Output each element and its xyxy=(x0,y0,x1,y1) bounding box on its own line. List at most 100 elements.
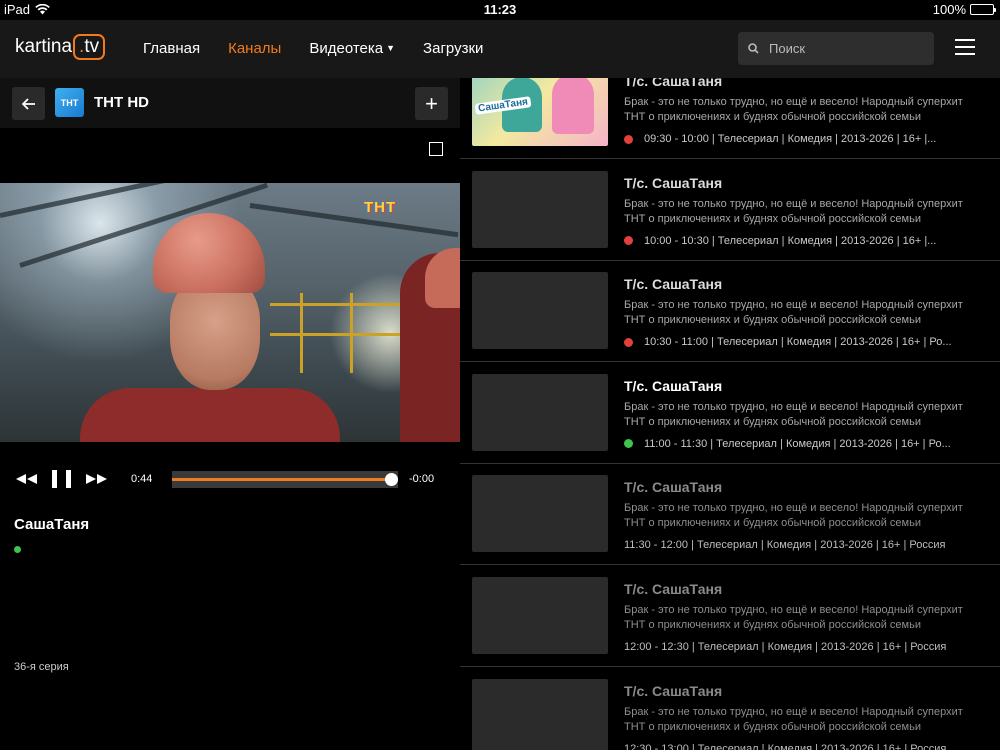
schedule-item[interactable]: Т/с. СашаТаня Брак - это не только трудно… xyxy=(460,464,1000,566)
schedule-item[interactable]: Т/с. СашаТаня Брак - это не только трудно… xyxy=(460,261,1000,363)
schedule-list: СашаТаня Т/с. СашаТаня Брак - это не тольк… xyxy=(460,78,1000,750)
program-thumbnail xyxy=(472,475,608,553)
logo-tv-text: tv xyxy=(84,36,100,57)
schedule-item[interactable]: Т/с. СашаТаня Брак - это не только трудно… xyxy=(460,363,1000,464)
program-title: СашаТаня xyxy=(14,516,90,533)
schedule-item-title: Т/с. СашаТаня xyxy=(624,682,723,699)
pip-icon[interactable] xyxy=(429,142,443,156)
channel-name: ТНТ HD xyxy=(94,94,149,111)
video-railing xyxy=(350,293,353,373)
schedule-item-title: Т/с. СашаТаня xyxy=(624,174,723,191)
program-thumbnail xyxy=(472,170,608,248)
schedule-item-description: Брак - это не только трудно, но ещё и ве… xyxy=(624,604,963,631)
schedule-item-meta: 12:30 - 13:00 | Телесериал | Комедия | 2… xyxy=(624,743,986,750)
schedule-item-meta: 09:30 - 10:00 | Телесериал | Комедия | 2… xyxy=(624,133,986,145)
schedule-item-meta: 11:00 - 11:30 | Телесериал | Комедия | 2… xyxy=(624,438,986,450)
schedule-item[interactable]: Т/с. СашаТаня Брак - это не только трудно… xyxy=(460,566,1000,667)
program-thumbnail: СашаТаня xyxy=(472,78,608,146)
schedule-item-meta-text: 10:30 - 11:00 | Телесериал | Комедия | 2… xyxy=(644,336,952,349)
pause-icon[interactable] xyxy=(51,469,73,489)
progress-fill xyxy=(172,478,392,481)
schedule-item-description: Брак - это не только трудно, но ещё и ве… xyxy=(624,197,963,225)
arrow-left-icon xyxy=(21,97,35,110)
schedule-item[interactable]: Т/с. СашаТаня Брак - это не только трудно… xyxy=(460,160,1000,261)
video-figure-body xyxy=(80,388,340,442)
schedule-item-title: Т/с. СашаТаня xyxy=(624,276,723,293)
schedule-item-description: Брак - это не только трудно, но ещё и ве… xyxy=(624,502,963,530)
rewind-icon[interactable] xyxy=(16,474,38,484)
progress-handle[interactable] xyxy=(385,473,399,486)
remaining-time: -0:00 xyxy=(409,473,435,485)
schedule-item-meta: 10:00 - 10:30 | Телесериал | Комедия | 2… xyxy=(624,235,986,247)
plus-icon: + xyxy=(425,90,438,116)
battery-icon xyxy=(970,4,996,15)
logo-tv-badge: .tv xyxy=(73,34,106,60)
schedule-item-description: Брак - это не только трудно, но ещё и ве… xyxy=(624,96,963,123)
nav-home[interactable]: Главная xyxy=(143,40,200,57)
current-time: 0:44 xyxy=(131,473,153,485)
aired-dot-icon xyxy=(624,337,633,347)
schedule-item-meta: 10:30 - 11:00 | Телесериал | Комедия | 2… xyxy=(624,336,986,348)
schedule-item-title: Т/с. СашаТаня xyxy=(624,377,723,394)
nav-downloads[interactable]: Загрузки xyxy=(423,40,483,57)
nav-home-label: Главная xyxy=(143,40,201,57)
video-railing xyxy=(270,333,410,336)
app-header: kartina .tv Главная Каналы Видеотека ▼ За… xyxy=(0,20,1000,78)
nav-downloads-label: Загрузки xyxy=(423,40,484,57)
search-input[interactable] xyxy=(769,41,919,56)
aired-dot-icon xyxy=(624,236,633,246)
nav-channels[interactable]: Каналы xyxy=(228,40,281,57)
video-player[interactable]: ТНТ xyxy=(0,183,460,442)
channel-watermark: ТНТ xyxy=(364,199,397,216)
schedule-item[interactable]: Т/с. СашаТаня Брак - это не только трудно… xyxy=(460,668,1000,750)
channel-logo-text: ТНТ xyxy=(60,97,79,108)
aired-dot-icon xyxy=(624,134,633,144)
thumbnail-figure xyxy=(552,78,594,134)
schedule-item-meta: 12:00 - 12:30 | Телесериал | Комедия | 2… xyxy=(624,641,986,653)
schedule-item-title: Т/с. СашаТаня xyxy=(624,78,723,89)
player-controls: 0:44 -0:00 xyxy=(0,468,460,492)
back-button[interactable] xyxy=(12,87,45,120)
battery: 100% xyxy=(932,2,996,17)
schedule-item-meta-text: 09:30 - 10:00 | Телесериал | Комедия | 2… xyxy=(644,133,937,145)
nav-channels-label: Каналы xyxy=(228,40,282,57)
fast-forward-icon[interactable] xyxy=(85,474,107,484)
nav-videoteka[interactable]: Видеотека ▼ xyxy=(309,40,395,57)
schedule-item-meta-text: 12:00 - 12:30 | Телесериал | Комедия | 2… xyxy=(624,641,947,653)
channel-logo: ТНТ xyxy=(55,88,84,117)
program-thumbnail xyxy=(472,373,608,451)
program-thumbnail xyxy=(472,272,608,350)
schedule-item-meta-text: 11:30 - 12:00 | Телесериал | Комедия | 2… xyxy=(624,539,946,552)
schedule-item-meta-text: 11:00 - 11:30 | Телесериал | Комедия | 2… xyxy=(644,437,951,450)
schedule-item-title: Т/с. СашаТаня xyxy=(624,581,723,597)
search-box[interactable] xyxy=(738,32,934,65)
episode-label: 36-я серия xyxy=(14,661,69,673)
live-indicator xyxy=(14,546,21,553)
schedule-item-meta-text: 12:30 - 13:00 | Телесериал | Комедия | 2… xyxy=(624,742,947,750)
schedule-item-meta: 11:30 - 12:00 | Телесериал | Комедия | 2… xyxy=(624,539,986,551)
video-railing xyxy=(300,293,303,373)
player-pane: ТНТ ТНТ HD + ТНТ 0:44 -0:00 СашаТаня 36-… xyxy=(0,78,460,750)
schedule-item[interactable]: СашаТаня Т/с. СашаТаня Брак - это не тольк… xyxy=(460,78,1000,159)
schedule-item-description: Брак - это не только трудно, но ещё и ве… xyxy=(624,400,963,428)
schedule-item-title: Т/с. СашаТаня xyxy=(624,479,723,496)
program-thumbnail xyxy=(472,577,608,654)
status-bar: iPad 11:23 100% xyxy=(0,0,1000,20)
hamburger-menu-icon[interactable] xyxy=(955,39,975,57)
chevron-down-icon: ▼ xyxy=(386,43,396,53)
status-clock: 11:23 xyxy=(483,2,517,17)
logo[interactable]: kartina .tv xyxy=(15,34,106,60)
main-nav: Главная Каналы Видеотека ▼ Загрузки xyxy=(143,40,483,57)
battery-percent: 100% xyxy=(932,2,966,17)
live-dot-icon xyxy=(624,439,633,449)
schedule-item-description: Брак - это не только трудно, но ещё и ве… xyxy=(624,705,963,733)
search-icon xyxy=(748,43,759,54)
program-thumbnail xyxy=(472,678,608,750)
progress-slider[interactable] xyxy=(172,471,399,488)
video-railing xyxy=(270,303,410,306)
add-favorite-button[interactable]: + xyxy=(415,87,448,120)
logo-text: kartina xyxy=(15,36,73,57)
nav-videoteka-label: Видеотека xyxy=(309,40,384,57)
schedule-item-description: Брак - это не только трудно, но ещё и ве… xyxy=(624,299,963,327)
schedule-item-meta-text: 10:00 - 10:30 | Телесериал | Комедия | 2… xyxy=(644,234,937,247)
